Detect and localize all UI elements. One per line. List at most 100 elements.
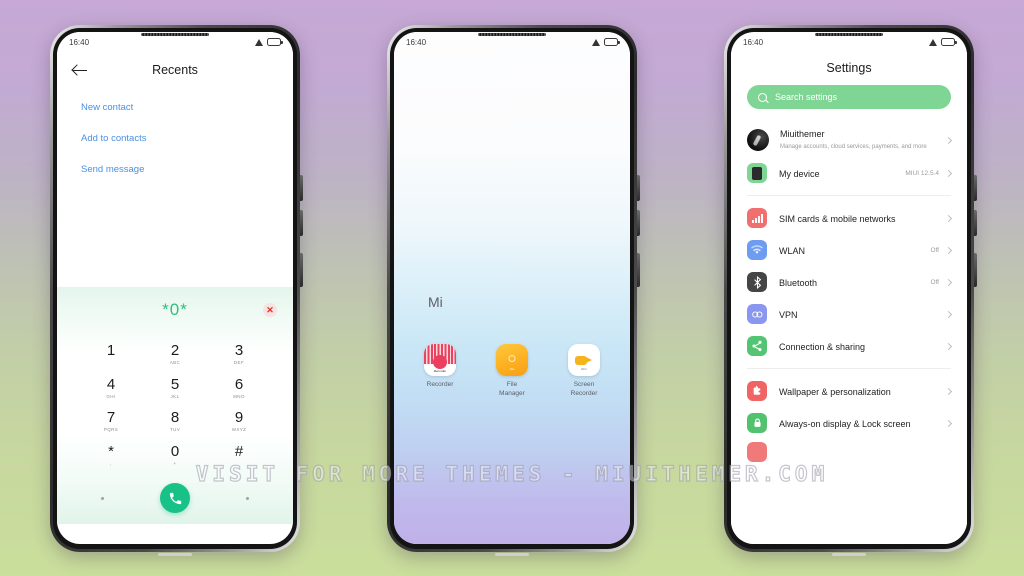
volume-up-button[interactable]: [300, 175, 303, 201]
power-button[interactable]: [637, 253, 640, 287]
left-dot-icon[interactable]: [101, 496, 104, 500]
dial-key-2[interactable]: 2 ABC: [143, 337, 207, 371]
wlan-text: WLAN: [779, 241, 930, 259]
key-digit: 3: [234, 341, 244, 359]
power-button[interactable]: [974, 253, 977, 287]
app-label: Screen Recorder: [571, 381, 598, 399]
bluetooth-icon: [747, 272, 767, 293]
row-label: Always-on display & Lock screen: [779, 419, 911, 430]
row-label: Wallpaper & personalization: [779, 387, 891, 398]
page-title: Recents: [152, 63, 198, 77]
row-label: WLAN: [779, 246, 806, 257]
phone3-bezel: 16:40 Settings Search settings Miuitheme…: [727, 28, 971, 549]
battery-icon: [604, 38, 620, 46]
phone-device-settings: 16:40 Settings Search settings Miuitheme…: [724, 25, 977, 556]
bottom-port: [495, 553, 529, 556]
back-arrow-icon[interactable]: [71, 61, 89, 79]
dial-key-7[interactable]: 7 PQRS: [79, 405, 143, 439]
lock-icon: [747, 413, 767, 434]
search-settings-input[interactable]: Search settings: [747, 85, 951, 109]
app-screen-recorder[interactable]: REC Screen Recorder: [557, 344, 611, 399]
dial-key-star[interactable]: * ,: [79, 438, 143, 472]
volume-down-button[interactable]: [300, 210, 303, 236]
volume-down-button[interactable]: [974, 210, 977, 236]
bluetooth-glyph: [753, 275, 761, 289]
wifi-icon: [747, 240, 767, 261]
recents-header: Recents: [57, 52, 293, 88]
vpn-text: VPN: [779, 305, 939, 323]
dial-key-3[interactable]: 3 DEF: [207, 337, 271, 371]
settings-row-sim-cards[interactable]: SIM cards & mobile networks: [731, 202, 967, 234]
account-name: Miuithemer: [780, 129, 825, 139]
key-digit: #: [234, 443, 244, 461]
settings-account-group: Miuithemer Manage accounts, cloud servic…: [731, 123, 967, 189]
recents-panel: 16:40 Recents New contact Add to contact…: [57, 32, 293, 287]
dial-key-8[interactable]: 8 TUV: [143, 405, 207, 439]
app-recorder[interactable]: Recorder Recorder: [413, 344, 467, 399]
dial-key-5[interactable]: 5 JKL: [143, 371, 207, 405]
phone3-screen: 16:40 Settings Search settings Miuitheme…: [731, 32, 967, 544]
dialpad-panel: *0* ✕ 1 2 ABC 3 DEF 4 GHI 5 JKL 6 MNO 7 …: [57, 287, 293, 524]
link-new-contact[interactable]: New contact: [81, 102, 269, 113]
phone-call-icon[interactable]: [160, 483, 190, 513]
lock-text: Always-on display & Lock screen: [779, 414, 946, 432]
chevron-right-icon: [944, 214, 953, 222]
phone1-screen: 16:40 Recents New contact Add to contact…: [57, 32, 293, 544]
dial-key-1[interactable]: 1: [79, 337, 143, 371]
app-label-line2: Manager: [499, 389, 525, 397]
settings-row-wallpaper[interactable]: Wallpaper & personalization: [731, 375, 967, 407]
recents-action-links: New contact Add to contacts Send message: [57, 88, 293, 175]
settings-personalization-group: Wallpaper & personalization Always-on di…: [731, 375, 967, 469]
file-icon-text: File: [509, 367, 515, 371]
share-glyph: [752, 341, 762, 352]
power-button[interactable]: [300, 253, 303, 287]
folder-title: Mi: [428, 294, 443, 310]
settings-row-vpn[interactable]: VPN: [731, 298, 967, 330]
settings-row-account[interactable]: Miuithemer Manage accounts, cloud servic…: [731, 123, 967, 157]
right-dot-icon[interactable]: [246, 496, 249, 500]
account-text: Miuithemer Manage accounts, cloud servic…: [780, 129, 946, 151]
dial-key-6[interactable]: 6 MNO: [207, 371, 271, 405]
chevron-right-icon: [944, 169, 953, 177]
volume-down-button[interactable]: [637, 210, 640, 236]
phone2-bezel: 16:40 Mi Recorder Recorder File File Man…: [390, 28, 634, 549]
device-version: MIUI 12.5.4: [905, 169, 939, 177]
row-value: Off: [930, 246, 939, 254]
settings-row-lock-screen[interactable]: Always-on display & Lock screen: [731, 407, 967, 439]
dial-key-0[interactable]: 0 +: [143, 438, 207, 472]
volume-up-button[interactable]: [974, 175, 977, 201]
key-digit: 6: [234, 375, 244, 393]
wallpaper-glyph: [753, 386, 761, 396]
key-digit: 0: [170, 443, 180, 461]
settings-row-bluetooth[interactable]: Bluetooth Off: [731, 266, 967, 298]
key-digit: 1: [106, 341, 116, 359]
link-send-message[interactable]: Send message: [81, 164, 269, 175]
screenshot-stage: 16:40 Recents New contact Add to contact…: [0, 0, 1024, 576]
key-letters: +: [173, 461, 177, 467]
link-add-to-contacts[interactable]: Add to contacts: [81, 133, 269, 144]
dial-key-9[interactable]: 9 WXYZ: [207, 405, 271, 439]
dialed-number-row: *0* ✕: [57, 287, 293, 333]
settings-row-wlan[interactable]: WLAN Off: [731, 234, 967, 266]
volume-up-button[interactable]: [637, 175, 640, 201]
clear-x-icon[interactable]: ✕: [263, 303, 277, 317]
dial-key-hash[interactable]: #: [207, 438, 271, 472]
settings-row-connection-sharing[interactable]: Connection & sharing: [731, 330, 967, 362]
signal-triangle-icon: [929, 38, 937, 46]
phone2-screen: 16:40 Mi Recorder Recorder File File Man…: [394, 32, 630, 544]
dial-key-4[interactable]: 4 GHI: [79, 371, 143, 405]
screen-recorder-icon-text: REC: [580, 367, 588, 371]
bluetooth-text: Bluetooth: [779, 273, 930, 291]
key-digit: 2: [170, 341, 180, 359]
screen-recorder-icon: REC: [568, 344, 600, 376]
row-label: Connection & sharing: [779, 342, 866, 353]
app-file-manager[interactable]: File File Manager: [485, 344, 539, 399]
earpiece-speaker-grille: [141, 33, 209, 36]
key-digit: *: [108, 443, 114, 461]
row-label: SIM cards & mobile networks: [779, 214, 896, 225]
partial-next-icon: [747, 442, 767, 463]
settings-row-my-device[interactable]: My device MIUI 12.5.4: [731, 157, 967, 189]
app-label-line1: Screen: [573, 381, 595, 388]
settings-row-partial[interactable]: [731, 439, 967, 469]
lock-glyph: [753, 418, 761, 428]
